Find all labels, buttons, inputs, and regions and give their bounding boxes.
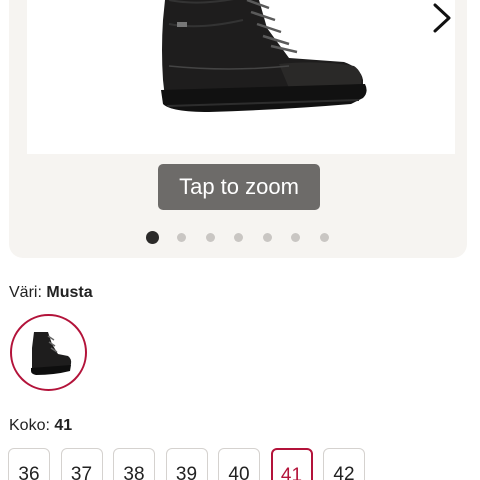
next-image-button[interactable] — [427, 0, 455, 36]
color-label: Väri: — [9, 284, 42, 301]
pagination-dot[interactable] — [291, 232, 300, 242]
size-option-40[interactable]: 40 — [218, 448, 260, 480]
size-option-37[interactable]: 37 — [60, 448, 103, 480]
product-gallery: Tap to zoom — [9, 0, 467, 258]
size-value: 41 — [54, 417, 73, 434]
color-heading: Väri: Musta — [9, 284, 93, 302]
color-swatch-musta[interactable] — [10, 314, 87, 391]
size-heading: Koko: 41 — [9, 417, 72, 435]
size-option-38[interactable]: 38 — [113, 448, 155, 480]
color-value: Musta — [46, 284, 93, 301]
tap-to-zoom-button[interactable]: Tap to zoom — [158, 164, 320, 210]
size-label: Koko: — [9, 417, 50, 434]
pagination-dot[interactable] — [146, 230, 159, 244]
pagination-dot[interactable] — [319, 232, 329, 242]
size-selector: 36 37 38 39 40 41 42 — [8, 448, 376, 480]
gallery-pagination — [146, 230, 348, 244]
boot-image — [161, 0, 367, 112]
pagination-dot[interactable] — [177, 232, 186, 242]
pagination-dot[interactable] — [205, 232, 215, 242]
pagination-dot[interactable] — [262, 232, 272, 242]
size-option-36[interactable]: 36 — [8, 448, 50, 480]
pagination-dot[interactable] — [234, 232, 243, 242]
product-image[interactable] — [27, 0, 455, 154]
boot-thumbnail — [30, 331, 71, 375]
size-option-39[interactable]: 39 — [165, 448, 208, 480]
size-option-41[interactable]: 41 — [270, 448, 313, 480]
size-option-42[interactable]: 42 — [323, 448, 365, 480]
chevron-right-icon — [433, 3, 451, 33]
